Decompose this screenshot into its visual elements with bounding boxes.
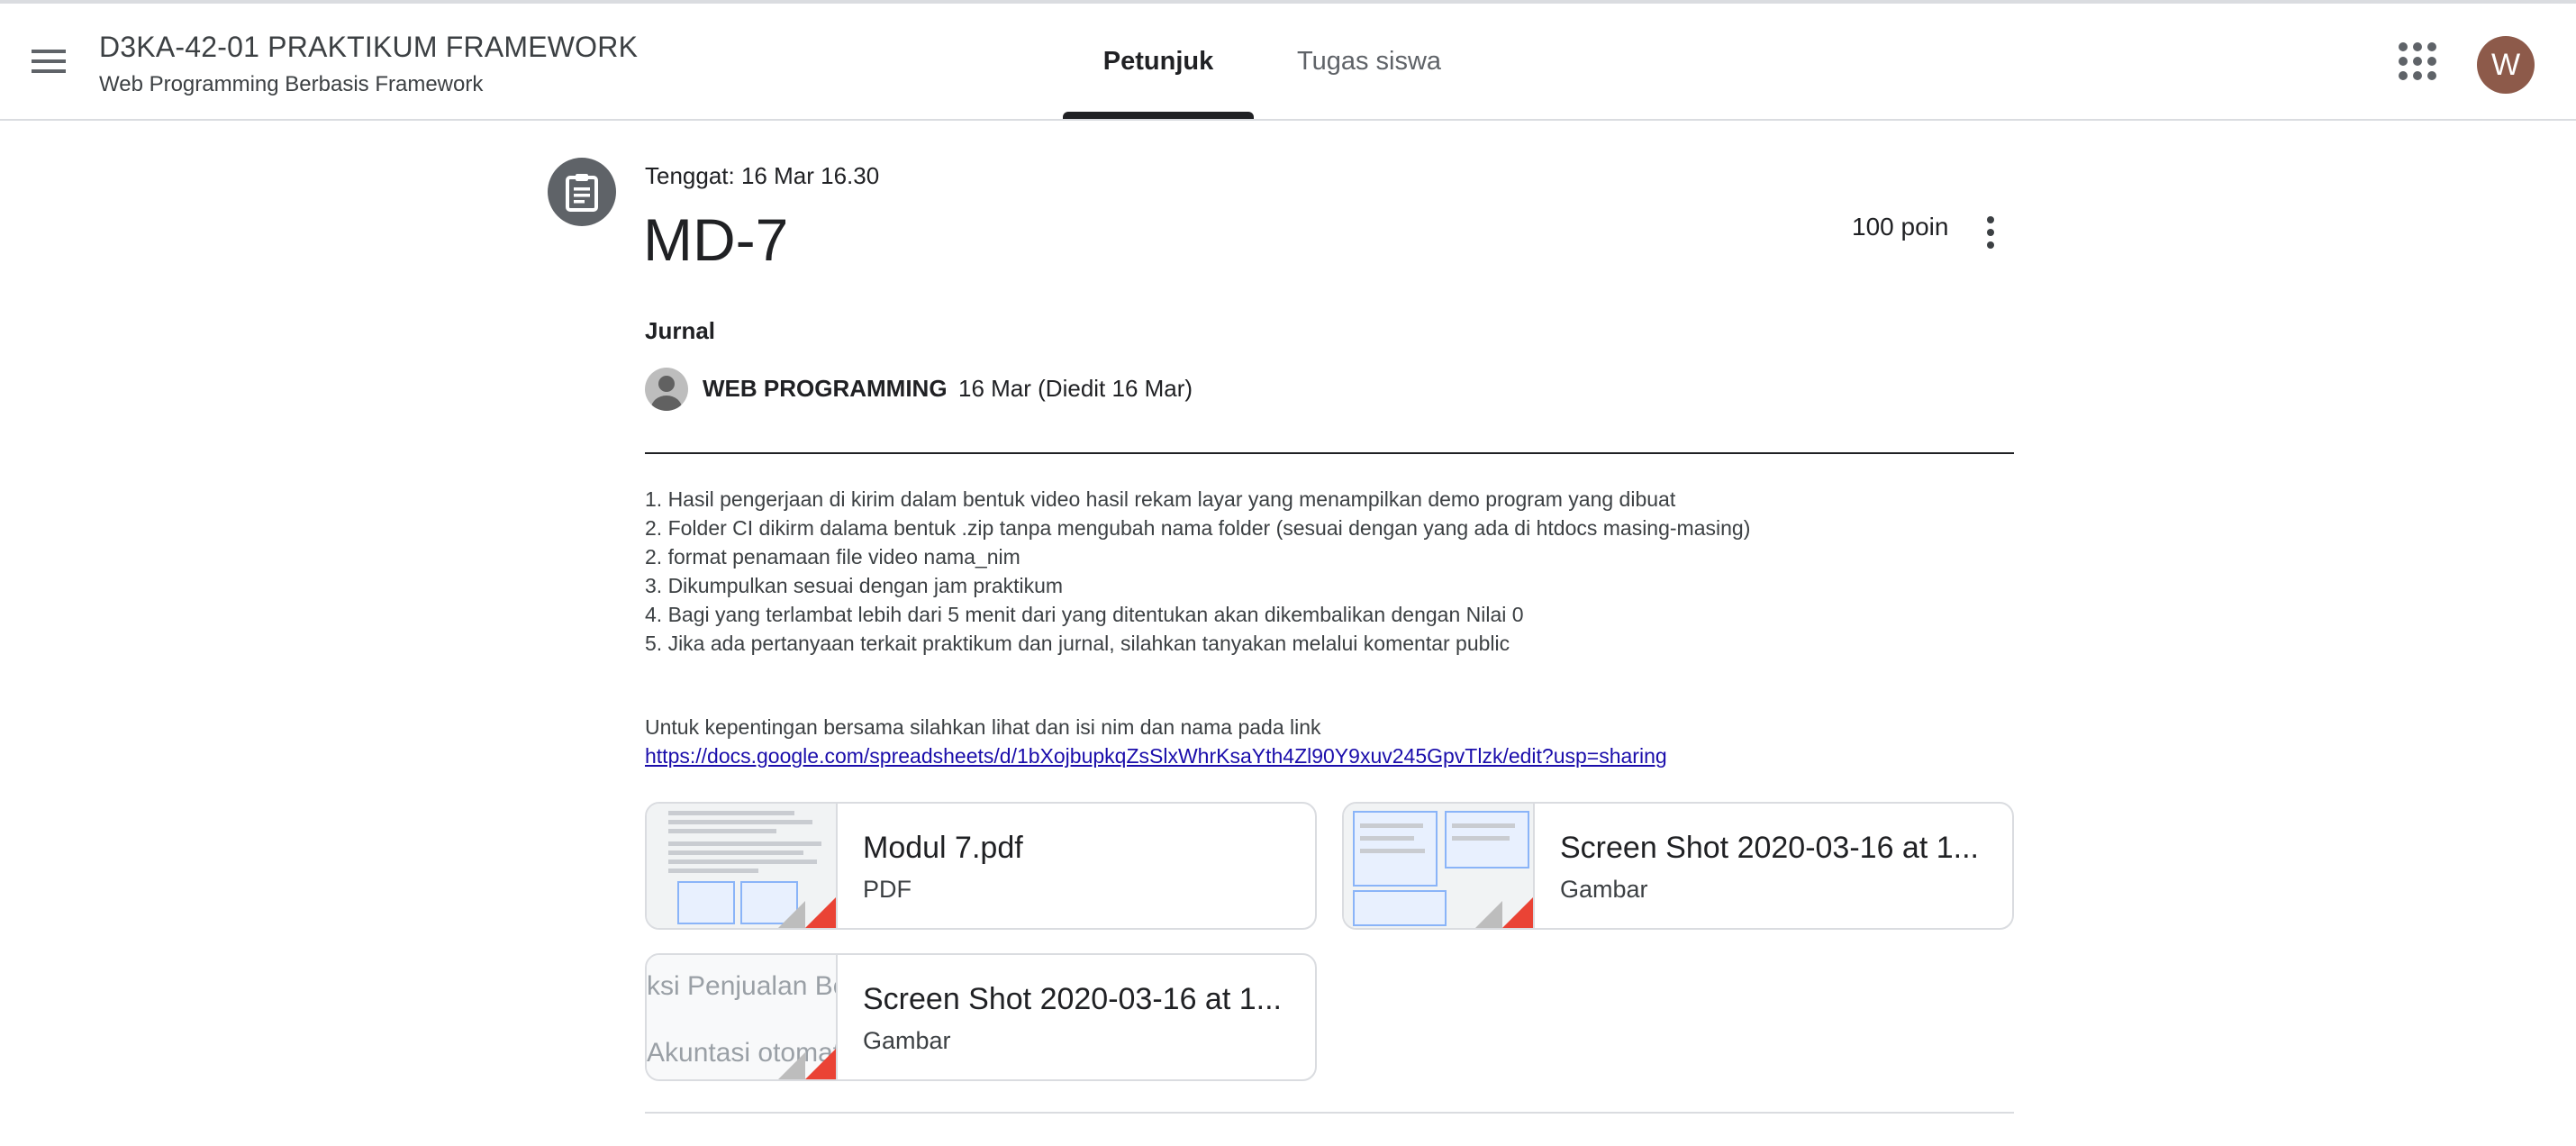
assignment-title: MD-7 — [643, 206, 789, 273]
spreadsheet-link[interactable]: https://docs.google.com/spreadsheets/d/1… — [645, 744, 1667, 769]
main-menu-icon[interactable] — [18, 31, 79, 92]
tab-tugas-siswa[interactable]: Tugas siswa — [1279, 4, 1459, 119]
apps-grid-icon[interactable] — [2392, 36, 2443, 86]
bottom-divider — [645, 1112, 2014, 1114]
attachment-thumbnail — [1344, 804, 1535, 928]
link-note: Untuk kepentingan bersama silahkan lihat… — [645, 715, 1321, 739]
attachment-thumbnail — [647, 804, 838, 928]
attachment-title: Modul 7.pdf — [863, 831, 1023, 865]
instruction-item: 3. Dikumpulkan sesuai dengan jam praktik… — [645, 574, 1064, 597]
user-avatar[interactable]: W — [2477, 36, 2535, 94]
instructions-list: 1. Hasil pengerjaan di kirim dalam bentu… — [645, 485, 1750, 658]
instruction-item: 2. format penamaan file video nama_nim — [645, 545, 1020, 568]
instruction-item: 2. Folder CI dikirm dalama bentuk .zip t… — [645, 516, 1751, 540]
topic-label: Jurnal — [645, 317, 716, 344]
attachment-type: Gambar — [863, 1027, 951, 1054]
post-date: 16 Mar (Diedit 16 Mar) — [958, 375, 1193, 402]
attachment-thumbnail: ksi Penjualan Be Akuntasi otomat — [647, 955, 838, 1079]
author-avatar — [645, 368, 688, 411]
file-corner-fold-icon — [1475, 901, 1502, 928]
file-corner-fold-icon — [805, 897, 836, 928]
file-corner-fold-icon — [1502, 897, 1533, 928]
attachment-title: Screen Shot 2020-03-16 at 1... — [863, 982, 1282, 1016]
points-label: 100 poin — [1852, 213, 1949, 241]
app-header: D3KA-42-01 PRAKTIKUM FRAMEWORK Web Progr… — [0, 4, 2576, 121]
course-subtitle: Web Programming Berbasis Framework — [99, 72, 484, 96]
assignment-clipboard-icon — [548, 158, 616, 226]
course-title[interactable]: D3KA-42-01 PRAKTIKUM FRAMEWORK — [99, 31, 638, 64]
active-tab-indicator — [1063, 112, 1254, 119]
attachment-title: Screen Shot 2020-03-16 at 1... — [1560, 831, 1979, 865]
instruction-item: 5. Jika ada pertanyaan terkait praktikum… — [645, 632, 1510, 655]
attachment-type: PDF — [863, 876, 912, 903]
attachment-card-screenshot-1[interactable]: Screen Shot 2020-03-16 at 1... Gambar — [1342, 802, 2014, 930]
file-corner-fold-icon — [778, 1052, 805, 1079]
attachment-card-modul-7[interactable]: Modul 7.pdf PDF — [645, 802, 1317, 930]
instruction-item: 4. Bagi yang terlambat lebih dari 5 meni… — [645, 603, 1524, 626]
file-corner-fold-icon — [778, 901, 805, 928]
attachment-type: Gambar — [1560, 876, 1648, 903]
due-date: Tenggat: 16 Mar 16.30 — [645, 162, 880, 189]
instruction-item: 1. Hasil pengerjaan di kirim dalam bentu… — [645, 487, 1676, 511]
file-corner-fold-icon — [805, 1049, 836, 1079]
author-name: WEB PROGRAMMING — [703, 375, 948, 402]
header-divider — [645, 452, 2014, 454]
more-vert-icon[interactable] — [1973, 213, 2009, 252]
thumbnail-text: ksi Penjualan Be — [647, 971, 838, 1001]
attachment-card-screenshot-2[interactable]: ksi Penjualan Be Akuntasi otomat Screen … — [645, 953, 1317, 1081]
tab-petunjuk[interactable]: Petunjuk — [1063, 4, 1254, 119]
